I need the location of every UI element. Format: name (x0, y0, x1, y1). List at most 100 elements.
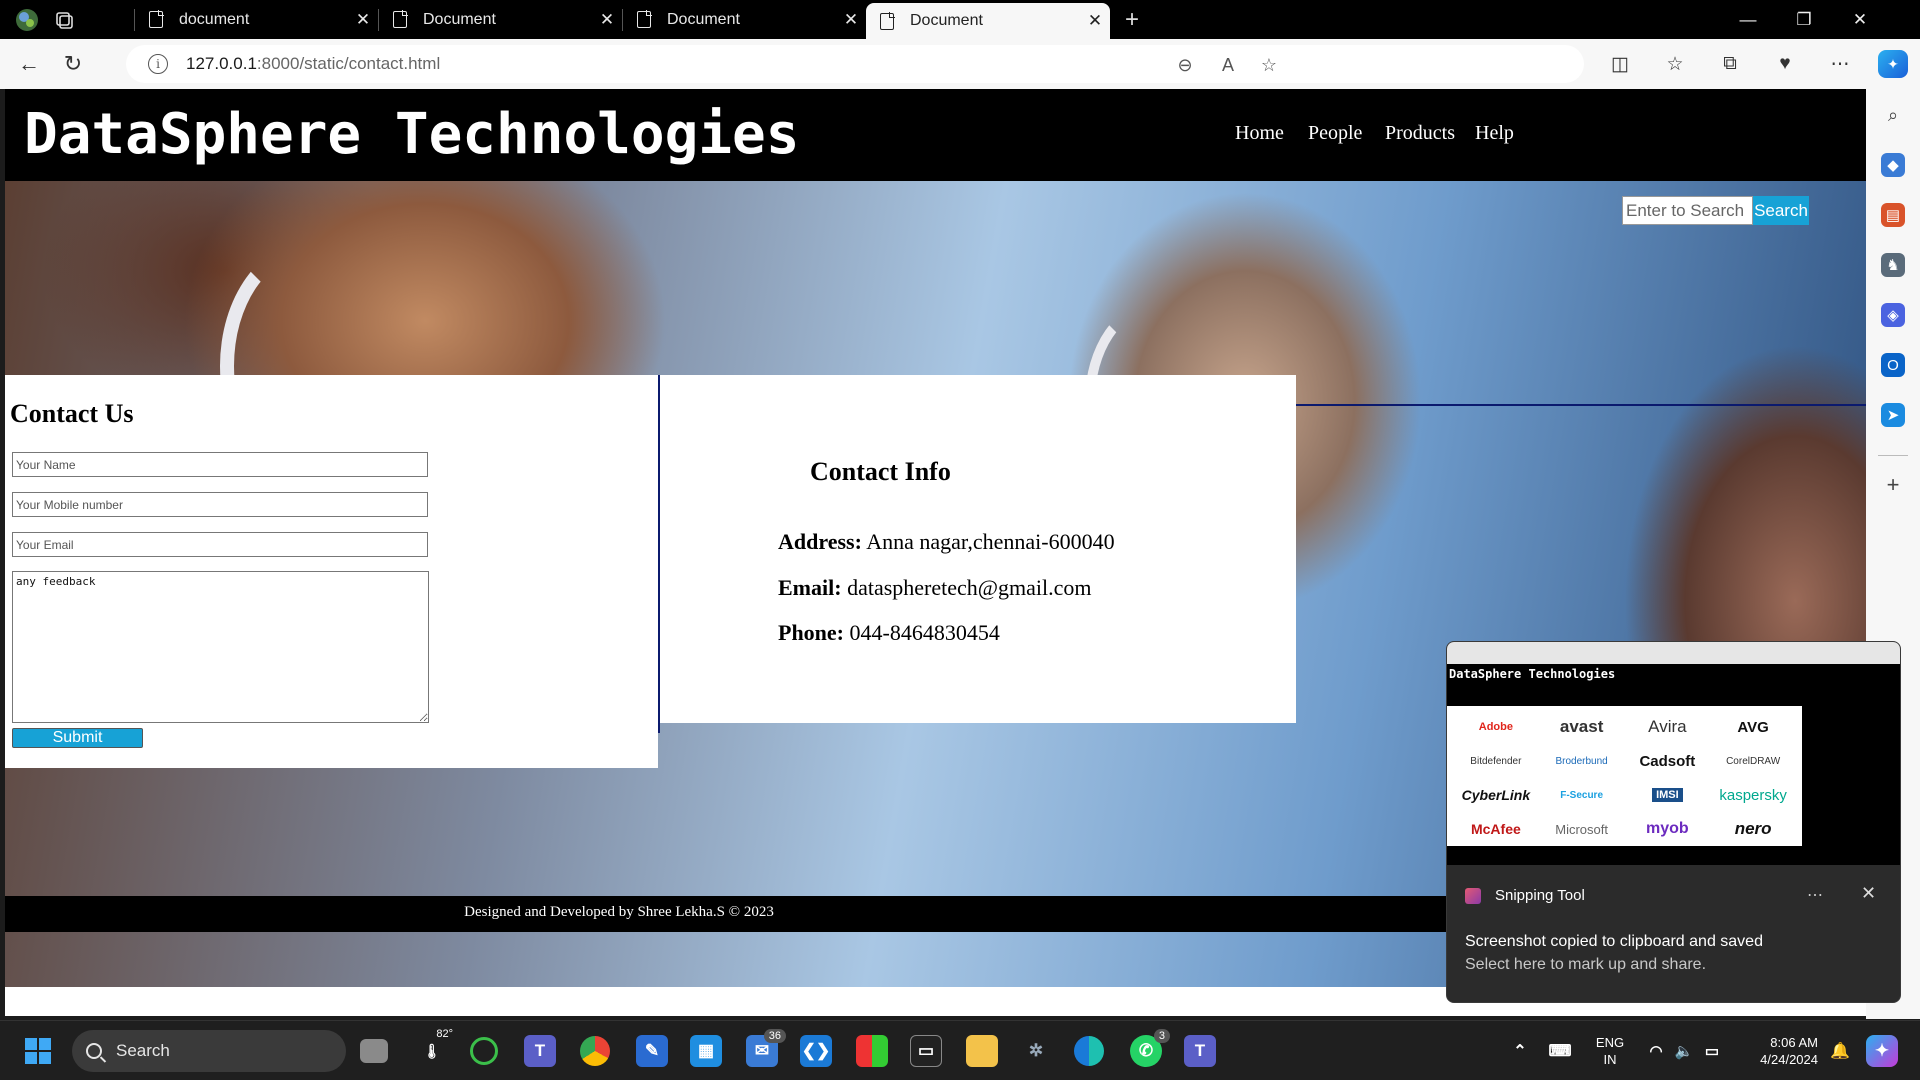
email-field[interactable] (12, 532, 428, 557)
chevron-up-icon[interactable]: ⌃ (1504, 1035, 1536, 1067)
games-icon[interactable]: ♞ (1881, 253, 1905, 277)
favorites-icon[interactable]: ☆ (1660, 50, 1690, 78)
close-icon[interactable]: ✕ (592, 10, 622, 30)
contact-heading: Contact Us (10, 399, 134, 428)
contact-info-heading: Contact Info (810, 457, 951, 486)
nav-people[interactable]: People (1308, 122, 1362, 145)
address-line: Address: Anna nagar,chennai-600040 (778, 529, 1115, 555)
clock[interactable]: 8:06 AM 4/24/2024 (1738, 1034, 1818, 1068)
close-icon[interactable]: ✕ (1861, 883, 1876, 904)
info-icon[interactable]: i (148, 54, 168, 74)
clock-date: 4/24/2024 (1760, 1052, 1818, 1067)
whatsapp-icon[interactable]: ✆ 3 (1130, 1029, 1170, 1067)
snipping-tool-notification[interactable]: DataSphere Technologies Adobe avast Avir… (1446, 641, 1901, 1003)
site-header: DataSphere Technologies Home People Prod… (5, 89, 1866, 181)
logo-microsoft: Microsoft (1555, 821, 1608, 837)
logo-coreldraw: CorelDRAW (1726, 755, 1781, 767)
language-indicator[interactable]: ENG IN (1590, 1034, 1630, 1068)
logo-avg: AVG (1737, 718, 1769, 736)
terminal-icon[interactable]: ▭ (910, 1035, 942, 1067)
workspaces-icon[interactable] (50, 6, 78, 34)
mail-badge: 36 (763, 1029, 786, 1043)
windows-taskbar: Search 🌡 82° T ✎ ▦ ✉ 36 ❮❯ ▭ ✲ ✆ 3 T ⌃ ⌨ EN… (0, 1020, 1920, 1080)
store-icon[interactable]: ▦ (690, 1035, 722, 1067)
bug-icon[interactable]: ✲ (1020, 1035, 1052, 1067)
send-icon[interactable]: ➤ (1881, 403, 1905, 427)
task-view-icon[interactable] (360, 1039, 388, 1063)
address-bar[interactable]: i 127.0.0.1:8000/static/contact.html ⊖ A… (126, 45, 1584, 83)
tab-4-active[interactable]: Document ✕ (866, 3, 1110, 39)
logo-kaspersky: kaspersky (1719, 786, 1787, 804)
tab-1[interactable]: document ✕ (135, 0, 378, 39)
copilot-icon[interactable]: ✦ (1878, 50, 1908, 78)
restore-button[interactable]: ❐ (1776, 0, 1832, 39)
screenshot-thumbnail[interactable]: DataSphere Technologies Adobe avast Avir… (1447, 642, 1900, 865)
teams-work-icon[interactable]: T (1184, 1035, 1216, 1067)
tab-3[interactable]: Document ✕ (623, 0, 866, 39)
start-button[interactable] (22, 1035, 54, 1067)
name-field[interactable] (12, 452, 428, 477)
site-search: Search (1622, 196, 1809, 225)
url-text[interactable]: 127.0.0.1:8000/static/contact.html (186, 54, 440, 74)
taskbar-search[interactable]: Search (72, 1030, 346, 1072)
url-host: 127.0.0.1 (186, 54, 257, 73)
file-explorer-icon[interactable] (966, 1035, 998, 1067)
favorite-star-icon[interactable]: ☆ (1258, 54, 1280, 76)
close-icon[interactable]: ✕ (1080, 11, 1110, 31)
logo-broderbund: Broderbund (1555, 755, 1608, 767)
language-top: ENG (1595, 1035, 1625, 1050)
office-icon[interactable] (856, 1035, 888, 1067)
document-icon (880, 11, 895, 30)
collections-icon[interactable]: ⧉ (1715, 50, 1745, 78)
feedback-textarea[interactable]: any feedback (12, 571, 429, 723)
more-options-icon[interactable]: ⋯ (1825, 50, 1855, 78)
search-button[interactable]: Search (1753, 196, 1809, 225)
app-ring-icon[interactable] (470, 1037, 498, 1065)
copilot-taskbar-icon[interactable]: ✦ (1866, 1035, 1898, 1067)
minimize-button[interactable]: — (1720, 0, 1776, 39)
search-input[interactable] (1622, 196, 1753, 225)
nav-home[interactable]: Home (1235, 122, 1284, 145)
thumbnail-site-title: DataSphere Technologies (1449, 667, 1616, 681)
battery-icon[interactable]: ▭ (1696, 1035, 1728, 1067)
logo-adobe: Adobe (1478, 721, 1513, 733)
close-icon[interactable]: ✕ (348, 10, 378, 30)
url-path: :8000/static/contact.html (256, 54, 441, 73)
back-button[interactable]: ← (14, 50, 44, 78)
search-icon[interactable]: ⌕ (1881, 103, 1905, 127)
shopping-tag-icon[interactable]: ◆ (1881, 153, 1905, 177)
window-close-button[interactable]: ✕ (1832, 0, 1888, 39)
mail-icon[interactable]: ✉ 36 (746, 1029, 786, 1067)
teams-icon[interactable]: T (524, 1035, 556, 1067)
read-aloud-icon[interactable]: A (1217, 54, 1239, 76)
browser-tab-strip: document ✕ Document ✕ Document ✕ Documen… (0, 0, 1920, 39)
weather-widget-icon[interactable]: 🌡 82° (416, 1028, 453, 1067)
mobile-field[interactable] (12, 492, 428, 517)
microsoft365-icon[interactable]: ◈ (1881, 303, 1905, 327)
email-line: Email: dataspheretech@gmail.com (778, 575, 1092, 601)
edge-icon[interactable] (1074, 1036, 1104, 1066)
zoom-icon[interactable]: ⊖ (1174, 54, 1196, 76)
outlook-icon[interactable]: O (1881, 353, 1905, 377)
chrome-icon[interactable] (580, 1036, 610, 1066)
close-icon[interactable]: ✕ (836, 10, 866, 30)
new-tab-button[interactable]: + (1118, 6, 1146, 34)
notification-bell-icon[interactable]: 🔔 (1824, 1035, 1856, 1067)
logo-avast: avast (1559, 717, 1604, 736)
snipping-tool-icon (1465, 887, 1481, 904)
nav-help[interactable]: Help (1475, 122, 1514, 145)
profile-icon[interactable] (13, 6, 41, 34)
phone-label: Phone: (778, 620, 844, 645)
refresh-button[interactable]: ↻ (58, 50, 88, 78)
more-options-icon[interactable]: ⋯ (1807, 885, 1823, 905)
submit-button[interactable]: Submit (12, 728, 143, 748)
keyboard-icon[interactable]: ⌨ (1544, 1035, 1576, 1067)
tab-2[interactable]: Document ✕ (379, 0, 622, 39)
add-icon[interactable]: + (1881, 472, 1905, 497)
split-screen-icon[interactable]: ◫ (1605, 50, 1635, 78)
browser-essentials-icon[interactable]: ♥ (1770, 50, 1800, 78)
nav-products[interactable]: Products (1385, 122, 1455, 145)
vscode-icon[interactable]: ❮❯ (800, 1035, 832, 1067)
editor-icon[interactable]: ✎ (636, 1035, 668, 1067)
tools-icon[interactable]: ▤ (1881, 203, 1905, 227)
